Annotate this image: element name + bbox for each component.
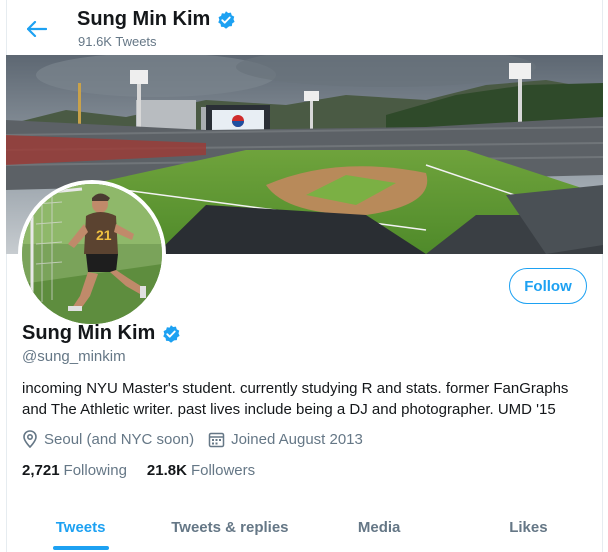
- profile-bio: incoming NYU Master's student. currently…: [22, 380, 569, 418]
- followers-label: Followers: [190, 462, 256, 479]
- location-text: Seoul (and NYC soon): [44, 430, 195, 448]
- profile-handle: @sung_minkim: [22, 348, 126, 365]
- location-item: Seoul (and NYC soon): [22, 430, 194, 448]
- followers-count: 21.8K: [146, 462, 187, 479]
- following-label: Following: [63, 462, 127, 479]
- profile-name: Sung Min Kim: [22, 322, 181, 345]
- follow-button[interactable]: Follow: [509, 268, 587, 304]
- profile-tabs: Tweets Tweets & replies Media Likes: [6, 502, 603, 552]
- avatar-player-image: 21: [22, 184, 162, 324]
- following-count: 2,721: [22, 462, 60, 479]
- header-name-text: Sung Min Kim: [77, 8, 211, 30]
- followers-link[interactable]: 21.8K Followers: [147, 462, 255, 479]
- back-button[interactable]: [20, 14, 54, 44]
- tab-tweets[interactable]: Tweets: [6, 502, 155, 552]
- profile-avatar[interactable]: 21: [18, 180, 166, 328]
- joined-item: Joined August 2013: [208, 431, 363, 448]
- back-arrow-icon: [27, 21, 47, 37]
- profile-meta: Seoul (and NYC soon) Joined August 2013: [22, 430, 377, 448]
- joined-text: Joined August 2013: [231, 430, 363, 448]
- avatar-jersey-number: 21: [96, 227, 112, 243]
- following-link[interactable]: 2,721 Following: [22, 462, 127, 479]
- header-name: Sung Min Kim: [77, 8, 236, 31]
- calendar-icon: [208, 432, 225, 447]
- location-pin-icon: [23, 430, 37, 448]
- verified-badge-icon: [163, 324, 180, 343]
- tab-tweets-and-replies[interactable]: Tweets & replies: [155, 502, 304, 552]
- tab-likes[interactable]: Likes: [454, 502, 603, 552]
- header-tweet-count: 91.6K Tweets: [78, 34, 157, 49]
- follow-counts: 2,721 Following 21.8K Followers: [22, 462, 275, 479]
- profile-name-text: Sung Min Kim: [22, 322, 156, 344]
- verified-badge-icon: [218, 10, 235, 29]
- tab-media[interactable]: Media: [305, 502, 454, 552]
